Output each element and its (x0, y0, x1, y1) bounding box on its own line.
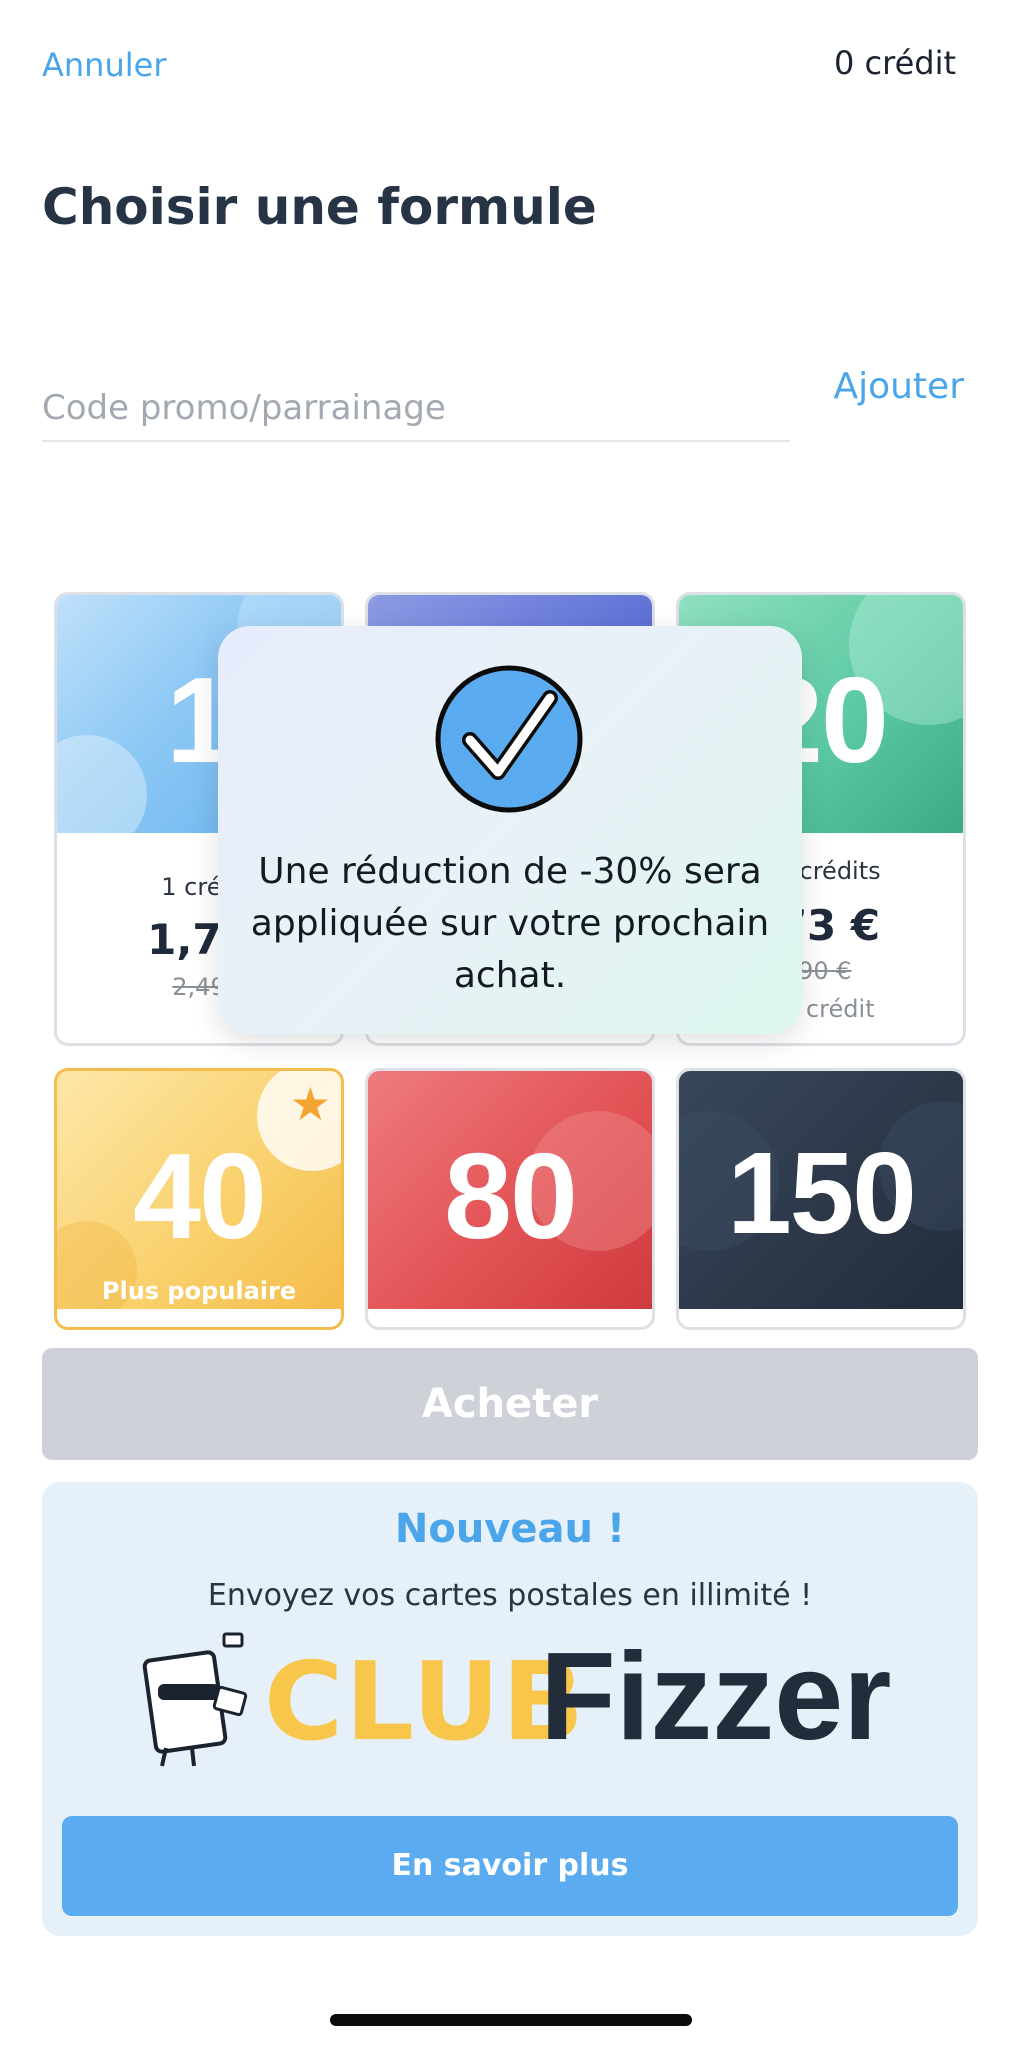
popup-message: Une réduction de -30% sera appliquée sur… (250, 851, 770, 996)
learn-more-button[interactable]: En savoir plus (62, 1816, 958, 1916)
buy-button[interactable]: Acheter (42, 1348, 978, 1460)
offer-card-5[interactable]: 80 (365, 1068, 655, 1330)
discount-popup: Une réduction de -30% sera appliquée sur… (218, 626, 802, 1034)
club-logo-club-text: CLUB (264, 1640, 587, 1765)
club-logo-fizzer-text: Fizzer (540, 1628, 892, 1766)
offer-card-4-number: 40 (133, 1128, 267, 1264)
promo-add-button[interactable]: Ajouter (833, 366, 964, 407)
offer-card-5-banner: 80 (368, 1071, 652, 1309)
offer-card-4-banner: ★ 40 Plus populaire (57, 1071, 341, 1309)
club-fizzer-logo: CLUB Fizzer (132, 1628, 892, 1772)
offer-card-6[interactable]: 150 (676, 1068, 966, 1330)
cancel-button[interactable]: Annuler (42, 46, 166, 84)
popular-badge: Plus populaire (101, 1277, 297, 1305)
postcard-mascot-icon (142, 1632, 248, 1767)
offer-card-4[interactable]: ★ 40 Plus populaire (54, 1068, 344, 1330)
offer-card-5-number: 80 (444, 1128, 578, 1264)
offer-card-6-banner: 150 (679, 1071, 963, 1309)
club-promo-panel: Nouveau ! Envoyez vos cartes postales en… (42, 1482, 978, 1936)
home-indicator (330, 2014, 692, 2026)
promo-code-input[interactable] (42, 376, 790, 442)
credits-balance: 0 crédit (833, 44, 956, 82)
page-title: Choisir une formule (42, 178, 597, 236)
checkmark-icon (435, 665, 583, 813)
club-subtitle: Envoyez vos cartes postales en illimité … (207, 1578, 813, 1613)
top-bar: Annuler 0 crédit (0, 0, 1020, 130)
offer-card-6-number: 150 (727, 1128, 917, 1258)
club-new-label: Nouveau ! (394, 1506, 626, 1552)
star-icon: ★ (289, 1077, 331, 1131)
